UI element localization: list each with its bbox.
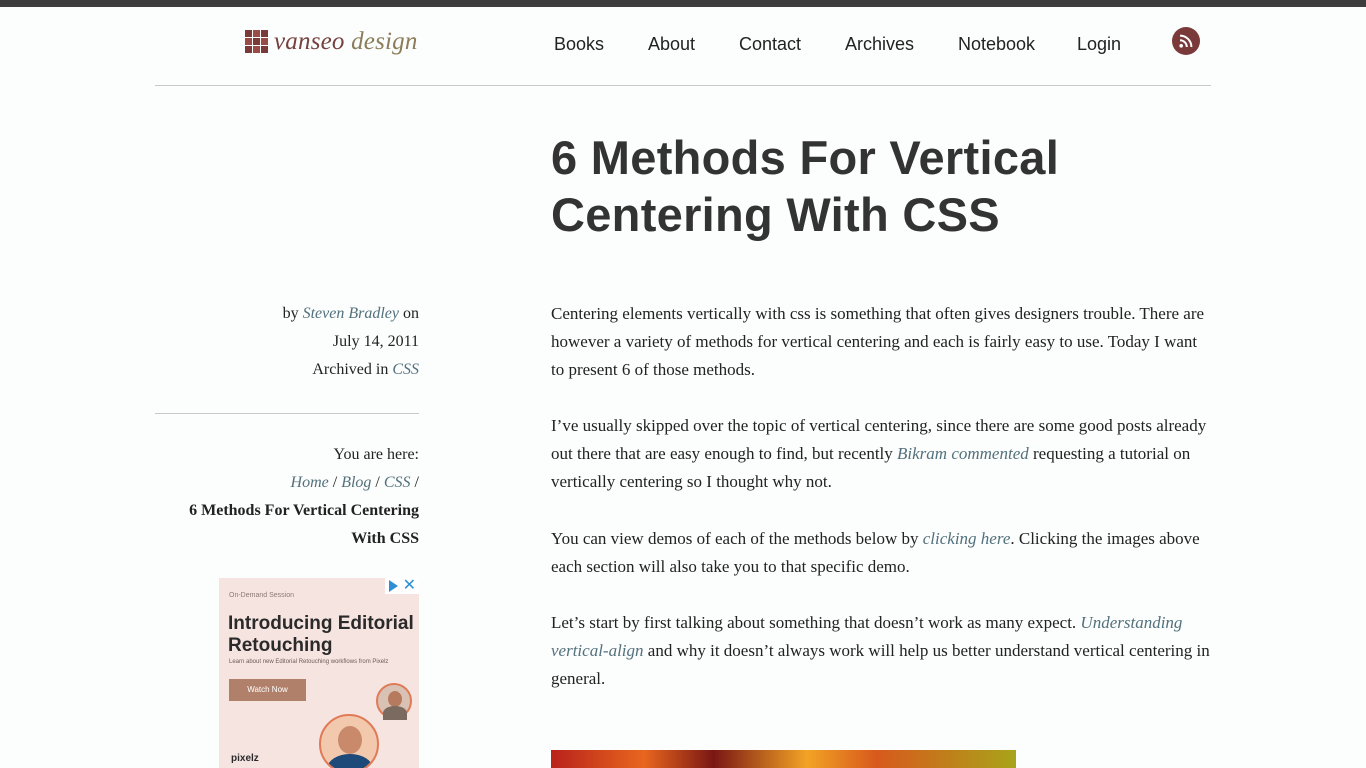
breadcrumb-label: You are here: [333,446,419,463]
breadcrumb-css[interactable]: CSS [384,474,411,491]
rss-icon[interactable] [1172,27,1200,55]
ad-subtext: Learn about new Editorial Retouching wor… [229,659,389,665]
category-link[interactable]: CSS [392,361,419,378]
header-divider [155,85,1211,86]
article-paragraph: Centering elements vertically with css i… [551,304,1205,379]
breadcrumb: You are here: Home / Blog / CSS / 6 Meth… [155,441,419,553]
breadcrumb-separator: / [414,474,419,491]
byline-date: July 14, 2011 [332,333,419,350]
byline-by: by [282,305,299,322]
paragraph-text: You can view demos of each of the method… [551,529,923,548]
ad-watch-button[interactable]: Watch Now [229,679,306,701]
paragraph-text: and why it doesn’t always work will help… [551,641,1210,688]
article-paragraph: You can view demos of each of the method… [551,525,1213,581]
author-link[interactable]: Steven Bradley [303,305,399,322]
byline: by Steven Bradley on July 14, 2011 Archi… [155,300,419,384]
ad-avatar-large [319,714,379,768]
logo-text-main: vanseo [274,28,345,55]
paragraph-text: Let’s start by first talking about somet… [551,613,1081,632]
logo-grid-icon [245,30,268,54]
page-title: 6 Methods For Vertical Centering With CS… [551,131,1060,241]
breadcrumb-links: Home / Blog / CSS / [155,469,419,497]
logo-text: vanseo design [274,28,418,56]
breadcrumb-current: 6 Methods For Vertical Centering With CS… [189,502,419,547]
article-hero-image[interactable] [551,750,1016,768]
nav-item-login[interactable]: Login [1077,34,1121,55]
ad-close-icon[interactable]: ✕ [403,578,416,595]
nav-item-books[interactable]: Books [554,34,604,55]
sidebar-divider [155,413,419,414]
bikram-comment-link[interactable]: Bikram commented [897,444,1029,463]
ad-avatar-small [376,683,412,720]
breadcrumb-separator: / [332,474,338,491]
breadcrumb-home[interactable]: Home [291,474,329,491]
archived-in-label: Archived in [312,361,389,378]
breadcrumb-separator: / [375,474,380,491]
byline-on: on [403,305,419,322]
logo-text-light: design [344,28,418,55]
ad-kicker: On-Demand Session [229,592,294,599]
breadcrumb-blog[interactable]: Blog [341,474,371,491]
byline-category-line: Archived in CSS [155,356,419,384]
sidebar-ad[interactable]: ✕ On-Demand Session Introducing Editoria… [219,578,419,768]
nav-item-notebook[interactable]: Notebook [958,34,1035,55]
ad-choices-icon[interactable] [389,580,398,592]
article-paragraph: I’ve usually skipped over the topic of v… [551,412,1213,496]
nav-item-about[interactable]: About [648,34,695,55]
ad-choices[interactable]: ✕ [385,578,419,594]
demos-link[interactable]: clicking here [923,529,1011,548]
nav-item-archives[interactable]: Archives [845,34,914,55]
top-bar [0,0,1366,7]
ad-headline: Introducing Editorial Retouching [228,613,414,656]
site-logo[interactable]: vanseo design [245,28,418,56]
byline-author-line: by Steven Bradley on [155,300,419,328]
nav-item-contact[interactable]: Contact [739,34,801,55]
ad-brand-logo: pixelz [231,753,259,764]
article-paragraph: Let’s start by first talking about somet… [551,609,1213,693]
